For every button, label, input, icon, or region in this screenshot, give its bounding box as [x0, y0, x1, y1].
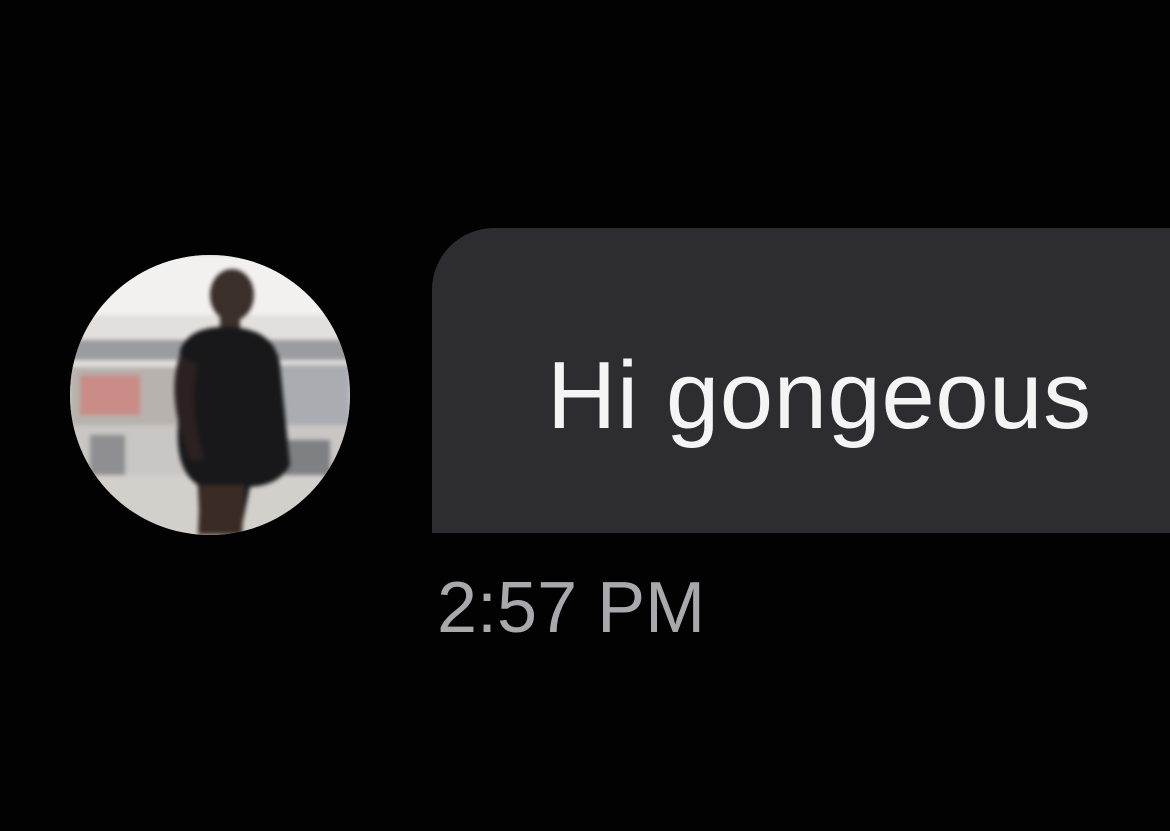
- chat-screen: Hi gongeous 2:57 PM: [0, 0, 1170, 831]
- message-bubble[interactable]: Hi gongeous: [432, 228, 1170, 533]
- message-timestamp: 2:57 PM: [437, 568, 706, 648]
- avatar[interactable]: [70, 255, 350, 535]
- profile-photo-icon: [70, 255, 350, 535]
- message-text: Hi gongeous: [547, 342, 1092, 449]
